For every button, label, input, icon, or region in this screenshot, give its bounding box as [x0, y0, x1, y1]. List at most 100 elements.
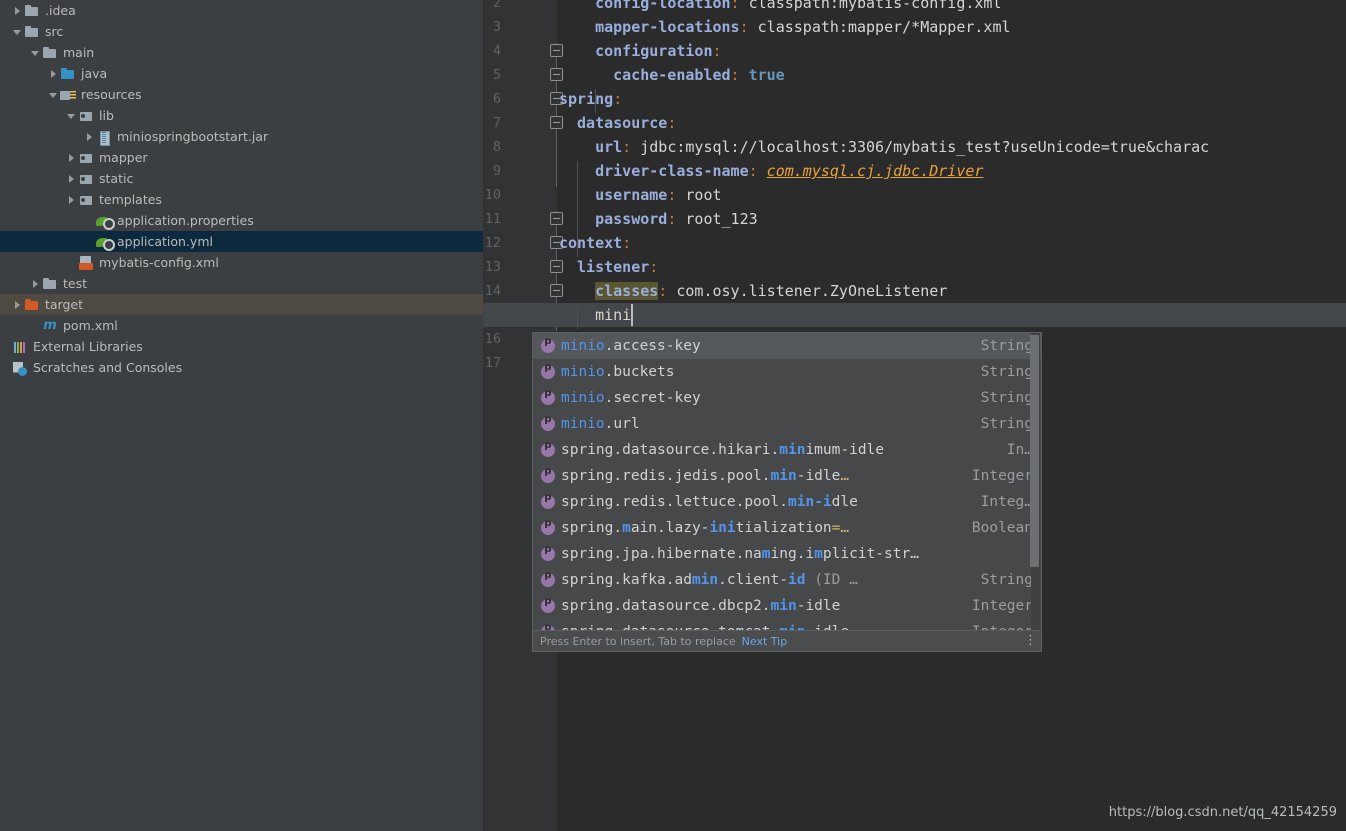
code-line-3[interactable]: mapper-locations: classpath:mapper/*Mapp… — [595, 15, 1010, 39]
chevron-down-icon[interactable] — [12, 26, 24, 38]
chevron-right-icon[interactable] — [48, 68, 60, 80]
tree-item-application-yml[interactable]: application.yml — [0, 231, 483, 252]
tree-item-lib[interactable]: lib — [0, 105, 483, 126]
project-tool-window[interactable]: .idea src main java resources lib miniospringb… — [0, 0, 483, 831]
chevron-down-icon[interactable] — [30, 47, 42, 59]
chevron-down-icon[interactable] — [48, 89, 60, 101]
yaml-value: classpath:mapper/*Mapper.xml — [757, 18, 1011, 36]
completion-item-label: spring.jpa.hibernate.naming.implicit-str… — [561, 546, 919, 562]
completion-item-label: minio.secret-key — [561, 390, 701, 406]
line-number-16: 16 — [484, 331, 501, 347]
chevron-right-icon[interactable] — [12, 299, 24, 311]
completion-item[interactable]: minio.access-keyString — [533, 333, 1041, 359]
property-icon — [541, 570, 555, 587]
line-number-5: 5 — [492, 67, 501, 83]
yaml-colon: : — [622, 234, 632, 252]
tree-item-mapper[interactable]: mapper — [0, 147, 483, 168]
completion-scrollbar-track[interactable] — [1030, 333, 1040, 631]
completion-list[interactable]: minio.access-keyStringminio.bucketsStrin… — [533, 333, 1041, 631]
tree-item-label: resources — [81, 87, 142, 102]
tree-item-main[interactable]: main — [0, 42, 483, 63]
folder-icon — [42, 276, 58, 292]
tree-item-application-properties[interactable]: application.properties — [0, 210, 483, 231]
completion-item[interactable]: spring.datasource.dbcp2.min-idleInteger — [533, 593, 1041, 619]
yaml-key: datasource — [577, 114, 668, 132]
yaml-colon: : — [667, 210, 677, 228]
completion-item-label: spring.main.lazy-initialization=… — [561, 520, 850, 536]
code-line-12[interactable]: context: — [559, 231, 631, 255]
tree-item-external-libraries[interactable]: External Libraries — [0, 336, 483, 357]
code-line-10[interactable]: username: root — [595, 183, 721, 207]
property-icon — [541, 362, 555, 379]
completion-item[interactable]: spring.redis.lettuce.pool.min-idleInteg… — [533, 489, 1041, 515]
chevron-down-icon[interactable] — [66, 110, 78, 122]
tree-item-java[interactable]: java — [0, 63, 483, 84]
tree-item-label: static — [99, 171, 134, 186]
folder-blue-icon — [60, 66, 76, 82]
folder-sub-icon — [78, 192, 94, 208]
chevron-right-icon[interactable] — [30, 278, 42, 290]
more-options-icon[interactable]: ⋮ — [1024, 633, 1037, 648]
folder-resources-icon — [60, 87, 76, 103]
yaml-key: mapper-locations — [595, 18, 740, 36]
completion-item[interactable]: spring.kafka.admin.client-id (ID …String — [533, 567, 1041, 593]
tree-item-idea[interactable]: .idea — [0, 0, 483, 21]
tree-item-label: templates — [99, 192, 162, 207]
tree-item-mybatis-config-xml[interactable]: mybatis-config.xml — [0, 252, 483, 273]
chevron-right-icon[interactable] — [12, 5, 24, 17]
completion-item-label: minio.buckets — [561, 364, 675, 380]
tree-item-src[interactable]: src — [0, 21, 483, 42]
tree-item-test[interactable]: test — [0, 273, 483, 294]
yaml-key: config-location — [595, 0, 731, 12]
folder-icon — [24, 3, 40, 19]
yaml-colon: : — [739, 18, 749, 36]
spring-file-icon — [96, 213, 115, 230]
tree-item-resources[interactable]: resources — [0, 84, 483, 105]
tree-item-miniospringbootstart-jar[interactable]: miniospringbootstart.jar — [0, 126, 483, 147]
code-line-4[interactable]: configuration: — [595, 39, 721, 63]
property-icon — [541, 440, 555, 457]
tree-item-target[interactable]: target — [0, 294, 483, 315]
yaml-value: root_123 — [685, 210, 758, 228]
yaml-key: username — [595, 186, 668, 204]
tree-item-templates[interactable]: templates — [0, 189, 483, 210]
completion-item[interactable]: spring.jpa.hibernate.naming.implicit-str… — [533, 541, 1041, 567]
yaml-colon: : — [622, 138, 632, 156]
code-line-6[interactable]: spring: — [559, 87, 622, 111]
line-number-14: 14 — [484, 283, 501, 299]
yaml-value: root — [685, 186, 722, 204]
tree-item-static[interactable]: static — [0, 168, 483, 189]
chevron-right-icon[interactable] — [66, 194, 78, 206]
chevron-right-icon[interactable] — [66, 173, 78, 185]
code-line-7[interactable]: datasource: — [577, 111, 676, 135]
code-line-9[interactable]: driver-class-name: com.mysql.cj.jdbc.Dri… — [595, 159, 983, 183]
property-icon — [541, 544, 555, 561]
code-completion-popup[interactable]: minio.access-keyStringminio.bucketsStrin… — [532, 332, 1042, 652]
code-line-5[interactable]: cache-enabled: true — [613, 63, 785, 87]
chevron-right-icon[interactable] — [66, 152, 78, 164]
completion-item[interactable]: minio.secret-keyString — [533, 385, 1041, 411]
code-line-11[interactable]: password: root_123 — [595, 207, 758, 231]
code-line-13[interactable]: listener: — [577, 255, 658, 279]
completion-item[interactable]: spring.main.lazy-initialization=…Boolean — [533, 515, 1041, 541]
completion-scrollbar-thumb[interactable] — [1030, 335, 1039, 567]
code-line-2[interactable]: config-location: classpath:mybatis-confi… — [595, 0, 1001, 15]
completion-item[interactable]: spring.redis.jedis.pool.min-idle…Integer — [533, 463, 1041, 489]
code-line-14[interactable]: classes: com.osy.listener.ZyOneListener — [595, 279, 947, 303]
tree-item-label: src — [45, 24, 64, 39]
completion-item[interactable]: minio.urlString — [533, 411, 1041, 437]
code-line-8[interactable]: url: jdbc:mysql://localhost:3306/mybatis… — [595, 135, 1209, 159]
next-tip-link[interactable]: Next Tip — [742, 635, 788, 648]
chevron-right-icon[interactable] — [84, 131, 96, 143]
tree-item-label: main — [63, 45, 95, 60]
folder-sub-icon — [78, 171, 94, 187]
completion-item[interactable]: spring.datasource.hikari.minimum-idleIn… — [533, 437, 1041, 463]
jar-icon — [96, 129, 112, 146]
tree-item-pom-xml[interactable]: m pom.xml — [0, 315, 483, 336]
completion-item[interactable]: minio.bucketsString — [533, 359, 1041, 385]
line-number-10: 10 — [484, 187, 501, 203]
tree-item-scratches-and-consoles[interactable]: Scratches and Consoles — [0, 357, 483, 378]
